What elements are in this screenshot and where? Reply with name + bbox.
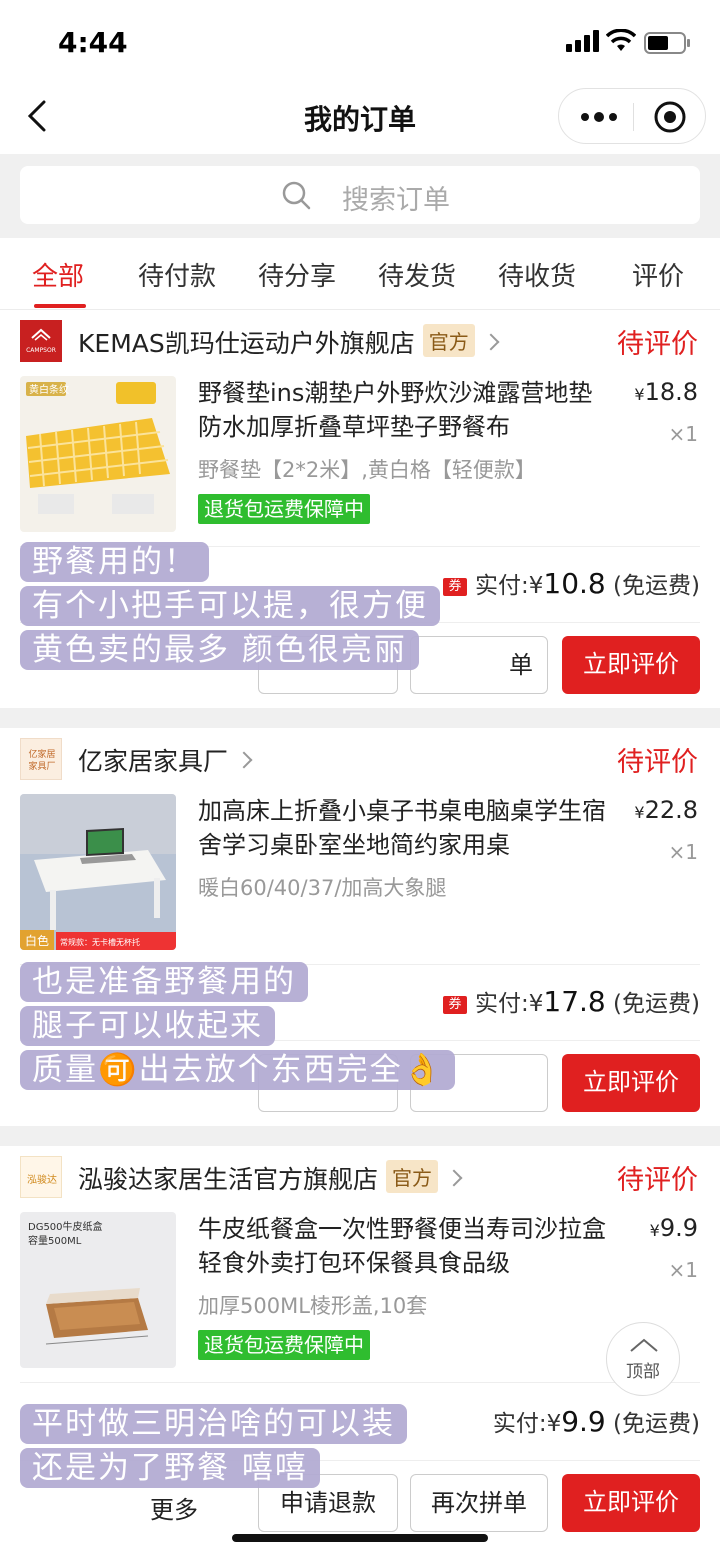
coupon-icon: 券 <box>443 578 467 596</box>
order-status: 待评价 <box>617 329 698 360</box>
capsule-divider <box>633 103 634 131</box>
shop-logo[interactable]: 泓骏达 <box>20 1156 62 1198</box>
svg-text:常规款：无卡槽无杯托: 常规款：无卡槽无杯托 <box>60 937 140 947</box>
note-line: 腿子可以收起来 <box>20 1004 455 1048</box>
shop-name[interactable]: 泓骏达家居生活官方旗舰店 官方 <box>78 1160 463 1196</box>
user-note-overlay: 野餐用的！ 有个小把手可以提，很方便 黄色卖的最多 颜色很亮丽 <box>20 540 440 672</box>
divider <box>20 1382 700 1383</box>
chevron-right-icon <box>482 333 500 351</box>
product-price: ¥18.8 <box>634 378 698 406</box>
reorder-button[interactable]: 再次拼单 <box>410 1474 548 1532</box>
active-tab-indicator <box>34 304 86 308</box>
product-image[interactable]: 黄白条纹 <box>20 376 176 532</box>
review-button[interactable]: 立即评价 <box>562 1474 700 1532</box>
tab-pending-share[interactable]: 待分享 <box>258 256 336 293</box>
shop-name[interactable]: 亿家居家具厂 <box>78 742 253 778</box>
product-quantity: ×1 <box>668 840 698 864</box>
svg-text:黄白条纹: 黄白条纹 <box>29 383 69 396</box>
hongjunda-logo-icon: 泓骏达 <box>27 1173 57 1186</box>
order-total: 券实付:¥17.8 (免运费) <box>443 984 700 1018</box>
shop-name[interactable]: KEMAS凯玛仕运动户外旗舰店 官方 <box>78 324 500 360</box>
product-image[interactable]: 白色 常规款：无卡槽无杯托 <box>20 794 176 950</box>
shop-logo[interactable]: 亿家居 家具厂 <box>20 738 62 780</box>
product-quantity: ×1 <box>668 1258 698 1282</box>
note-line: 平时做三明治啥的可以装 <box>20 1402 407 1446</box>
note-line: 黄色卖的最多 颜色很亮丽 <box>20 628 440 672</box>
campsor-logo-icon: CAMPSOR <box>26 328 56 354</box>
return-shipping-guarantee: 退货包运费保障中 <box>198 494 370 524</box>
chevron-right-icon <box>445 1169 463 1187</box>
shop-name-text: 亿家居家具厂 <box>78 747 229 776</box>
note-line: 还是为了野餐 嘻嘻 <box>20 1446 407 1490</box>
note-line: 质量🉑出去放个东西完全👌 <box>20 1048 456 1092</box>
product-price: ¥9.9 <box>649 1214 698 1242</box>
nav-bar: 我的订单 <box>0 84 720 154</box>
back-to-top-button[interactable]: 顶部 <box>606 1322 680 1396</box>
svg-text:亿家居: 亿家居 <box>28 748 55 760</box>
product-spec: 野餐垫【2*2米】,黄白格【轻便款】 <box>198 458 536 482</box>
product-spec: 暖白60/40/37/加高大象腿 <box>198 876 447 900</box>
product-title[interactable]: 野餐垫ins潮垫户外野炊沙滩露营地垫防水加厚折叠草坪垫子野餐布 <box>198 376 608 444</box>
official-badge: 官方 <box>422 324 475 357</box>
svg-text:CAMPSOR: CAMPSOR <box>26 347 56 354</box>
yijiaju-logo-icon: 亿家居 家具厂 <box>28 748 55 772</box>
svg-text:泓骏达: 泓骏达 <box>27 1173 57 1186</box>
folding-desk-image: 白色 常规款：无卡槽无杯托 <box>20 794 176 950</box>
product-spec: 加厚500ML棱形盖,10套 <box>198 1294 428 1318</box>
status-bar: 4:44 <box>0 0 720 84</box>
picnic-mat-image: 黄白条纹 <box>26 382 170 514</box>
order-total: 券实付:¥10.8 (免运费) <box>443 566 700 600</box>
review-button[interactable]: 立即评价 <box>562 636 700 694</box>
wifi-icon <box>606 29 636 51</box>
order-status: 待评价 <box>617 1165 698 1196</box>
note-line: 有个小把手可以提，很方便 <box>20 584 440 628</box>
close-target-icon[interactable] <box>653 100 687 134</box>
shop-name-text: KEMAS凯玛仕运动户外旗舰店 <box>78 329 415 358</box>
mini-program-capsule <box>558 88 706 144</box>
search-icon <box>282 181 311 210</box>
user-note-overlay: 平时做三明治啥的可以装 还是为了野餐 嘻嘻 <box>20 1402 407 1490</box>
shop-name-text: 泓骏达家居生活官方旗舰店 <box>78 1165 379 1194</box>
svg-text:家具厂: 家具厂 <box>28 760 55 772</box>
official-badge: 官方 <box>386 1160 439 1193</box>
signal-icon <box>566 30 599 52</box>
tab-pending-receipt[interactable]: 待收货 <box>498 256 576 293</box>
svg-text:白色: 白色 <box>25 933 49 948</box>
return-shipping-guarantee: 退货包运费保障中 <box>198 1330 370 1360</box>
svg-text:DG500牛皮纸盒: DG500牛皮纸盒 <box>28 1220 103 1233</box>
tab-pending-payment[interactable]: 待付款 <box>138 256 216 293</box>
search-area: 搜索订单 <box>0 154 720 238</box>
note-line: 野餐用的！ <box>20 540 440 584</box>
order-status: 待评价 <box>617 747 698 778</box>
home-indicator <box>232 1534 488 1542</box>
chevron-right-icon <box>235 751 253 769</box>
search-placeholder: 搜索订单 <box>342 185 450 216</box>
order-total: 实付:¥9.9 (免运费) <box>492 1405 700 1438</box>
svg-text:容量500ML: 容量500ML <box>28 1234 82 1247</box>
shop-logo[interactable]: CAMPSOR <box>20 320 62 362</box>
search-input[interactable]: 搜索订单 <box>20 166 700 224</box>
battery-icon <box>644 32 690 54</box>
review-button[interactable]: 立即评价 <box>562 1054 700 1112</box>
order-tabs: 全部 待付款 待分享 待发货 待收货 评价 <box>0 238 720 310</box>
kraft-box-image: DG500牛皮纸盒 容量500ML <box>28 1220 149 1345</box>
tab-all[interactable]: 全部 <box>32 256 84 293</box>
chevron-up-icon <box>630 1338 658 1352</box>
back-to-top-label: 顶部 <box>626 1362 660 1382</box>
status-time: 4:44 <box>58 26 128 59</box>
user-note-overlay: 也是准备野餐用的 腿子可以收起来 质量🉑出去放个东西完全👌 <box>20 960 456 1092</box>
product-image[interactable]: DG500牛皮纸盒 容量500ML <box>20 1212 176 1368</box>
note-line: 也是准备野餐用的 <box>20 960 455 1004</box>
more-link[interactable]: 更多 <box>150 1490 198 1525</box>
product-title[interactable]: 加高床上折叠小桌子书桌电脑桌学生宿舍学习桌卧室坐地简约家用桌 <box>198 794 608 862</box>
product-title[interactable]: 牛皮纸餐盒一次性野餐便当寿司沙拉盒轻食外卖打包环保餐具食品级 <box>198 1212 608 1280</box>
product-price: ¥22.8 <box>634 796 698 824</box>
tab-pending-shipment[interactable]: 待发货 <box>378 256 456 293</box>
more-dots-icon[interactable] <box>579 99 619 135</box>
tab-reviews[interactable]: 评价 <box>632 256 684 293</box>
product-quantity: ×1 <box>668 422 698 446</box>
